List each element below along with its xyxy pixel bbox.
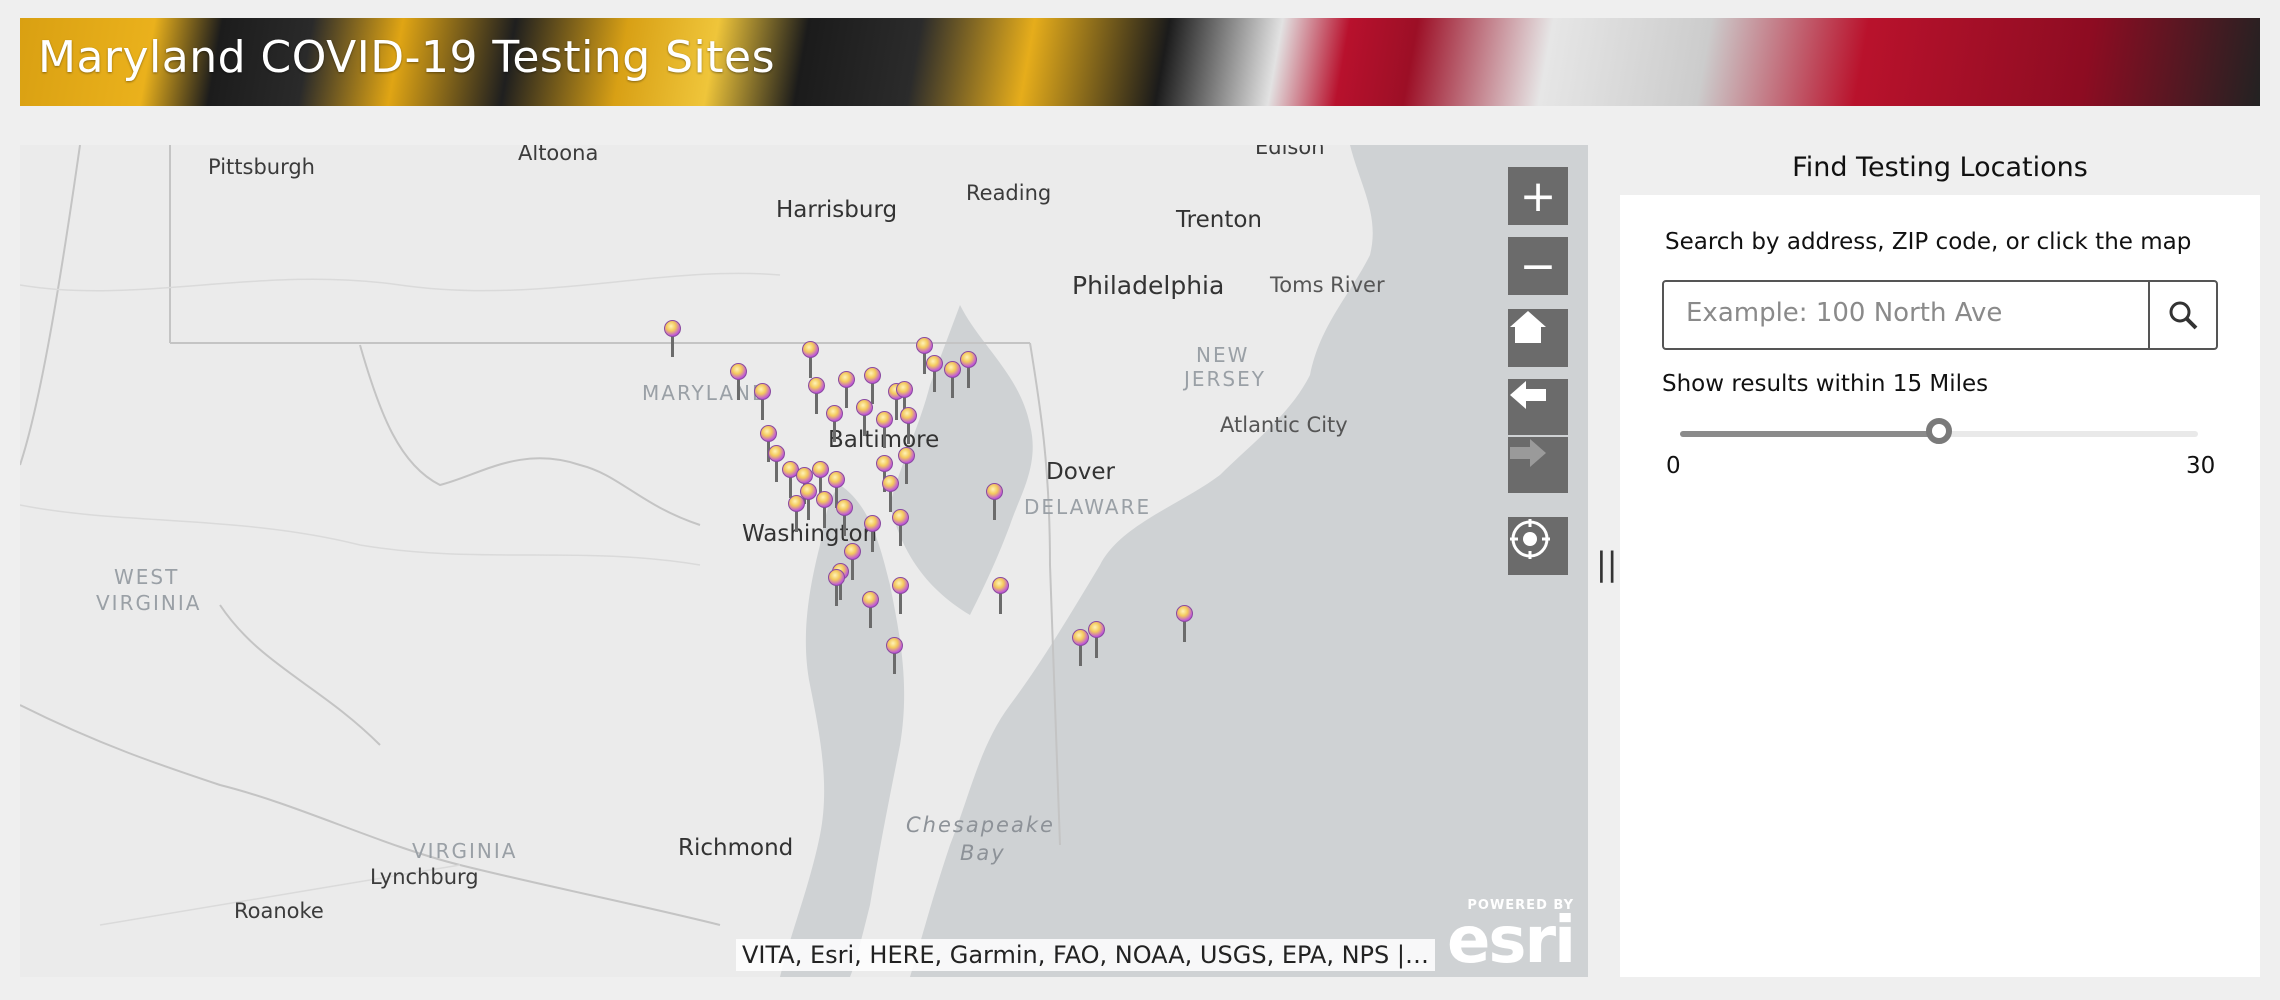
panel-splitter-handle[interactable]: || (1596, 545, 1618, 583)
label-atlantic-city: Atlantic City (1220, 413, 1348, 437)
locate-icon (1510, 519, 1550, 559)
testing-site-pin[interactable] (926, 355, 943, 395)
label-pittsburgh: Pittsburgh (208, 155, 315, 179)
label-edison: Edison (1255, 145, 1325, 159)
label-harrisburg: Harrisburg (776, 197, 898, 223)
label-altoona: Altoona (518, 145, 599, 165)
label-toms-river: Toms River (1270, 273, 1385, 297)
panel-title: Find Testing Locations (1620, 145, 2260, 195)
testing-site-pin[interactable] (944, 361, 961, 401)
testing-site-pin[interactable] (892, 509, 909, 549)
slider-fill (1680, 431, 1939, 437)
esri-logo[interactable]: POWERED BY esri (1447, 898, 1576, 977)
testing-site-pin[interactable] (898, 447, 915, 487)
locate-button[interactable] (1508, 517, 1568, 575)
map-attribution[interactable]: VITA, Esri, HERE, Garmin, FAO, NOAA, USG… (736, 939, 1435, 971)
testing-site-pin[interactable] (960, 351, 977, 391)
home-icon (1510, 311, 1546, 343)
testing-site-pin[interactable] (892, 577, 909, 617)
testing-site-pin[interactable] (900, 407, 917, 447)
testing-site-pin[interactable] (808, 377, 825, 417)
map-view[interactable]: Pittsburgh Altoona Edison Harrisburg Rea… (20, 145, 1588, 977)
home-button[interactable] (1508, 309, 1568, 367)
label-dover: Dover (1046, 459, 1115, 485)
basemap (20, 145, 1588, 977)
arrow-left-icon (1510, 381, 1546, 409)
next-extent-button[interactable] (1508, 437, 1568, 493)
testing-site-pin[interactable] (886, 637, 903, 677)
radius-slider[interactable] (1680, 418, 2198, 444)
label-virginia: VIRGINIA (412, 839, 518, 863)
testing-site-pin[interactable] (1176, 605, 1193, 645)
page-title: Maryland COVID-19 Testing Sites (38, 32, 776, 83)
testing-site-pin[interactable] (754, 383, 771, 423)
testing-site-pin[interactable] (826, 405, 843, 445)
label-west-virginia-line1: WEST (114, 565, 180, 589)
testing-site-pin[interactable] (802, 341, 819, 381)
zoom-in-button[interactable]: + (1508, 167, 1568, 225)
label-richmond: Richmond (678, 835, 794, 861)
radius-label: Show results within 15 Miles (1662, 371, 1989, 397)
label-reading: Reading (966, 181, 1052, 205)
label-new-jersey-line2: JERSEY (1184, 367, 1266, 391)
testing-site-pin[interactable] (664, 320, 681, 360)
testing-site-pin[interactable] (730, 363, 747, 403)
testing-site-pin[interactable] (1088, 621, 1105, 661)
label-delaware: DELAWARE (1024, 495, 1152, 519)
testing-site-pin[interactable] (864, 515, 881, 555)
testing-site-pin[interactable] (856, 399, 873, 439)
slider-max-label: 30 (2186, 453, 2216, 479)
slider-min-label: 0 (1666, 453, 1681, 479)
label-west-virginia-line2: VIRGINIA (96, 591, 202, 615)
search-panel: Find Testing Locations Search by address… (1620, 145, 2260, 977)
header-banner: Maryland COVID-19 Testing Sites (20, 18, 2260, 106)
testing-site-pin[interactable] (828, 569, 845, 609)
label-chesapeake-line1: Chesapeake (906, 813, 1055, 837)
esri-wordmark: esri (1447, 904, 1576, 977)
testing-site-pin[interactable] (862, 591, 879, 631)
slider-thumb[interactable] (1926, 418, 1952, 444)
testing-site-pin[interactable] (836, 499, 853, 539)
search-input[interactable]: Example: 100 North Ave (1686, 298, 2002, 328)
arrow-right-icon (1510, 439, 1546, 467)
testing-site-pin[interactable] (788, 495, 805, 535)
label-maryland: MARYLAND (642, 381, 770, 405)
search-box[interactable]: Example: 100 North Ave (1662, 280, 2218, 350)
minus-icon: − (1519, 240, 1557, 292)
label-new-jersey-line1: NEW (1196, 343, 1250, 367)
label-lynchburg: Lynchburg (370, 865, 479, 889)
label-trenton: Trenton (1176, 207, 1263, 233)
zoom-out-button[interactable]: − (1508, 237, 1568, 295)
testing-site-pin[interactable] (986, 483, 1003, 523)
testing-site-pin[interactable] (992, 577, 1009, 617)
label-philadelphia: Philadelphia (1072, 271, 1225, 300)
search-icon (2169, 301, 2198, 330)
testing-site-pin[interactable] (1072, 629, 1089, 669)
label-roanoke: Roanoke (234, 899, 324, 923)
testing-site-pin[interactable] (876, 411, 893, 451)
search-prompt: Search by address, ZIP code, or click th… (1665, 229, 2192, 255)
testing-site-pin[interactable] (816, 491, 833, 531)
plus-icon: + (1519, 170, 1557, 222)
previous-extent-button[interactable] (1508, 379, 1568, 435)
search-button[interactable] (2148, 282, 2216, 348)
label-chesapeake-line2: Bay (960, 841, 1006, 865)
